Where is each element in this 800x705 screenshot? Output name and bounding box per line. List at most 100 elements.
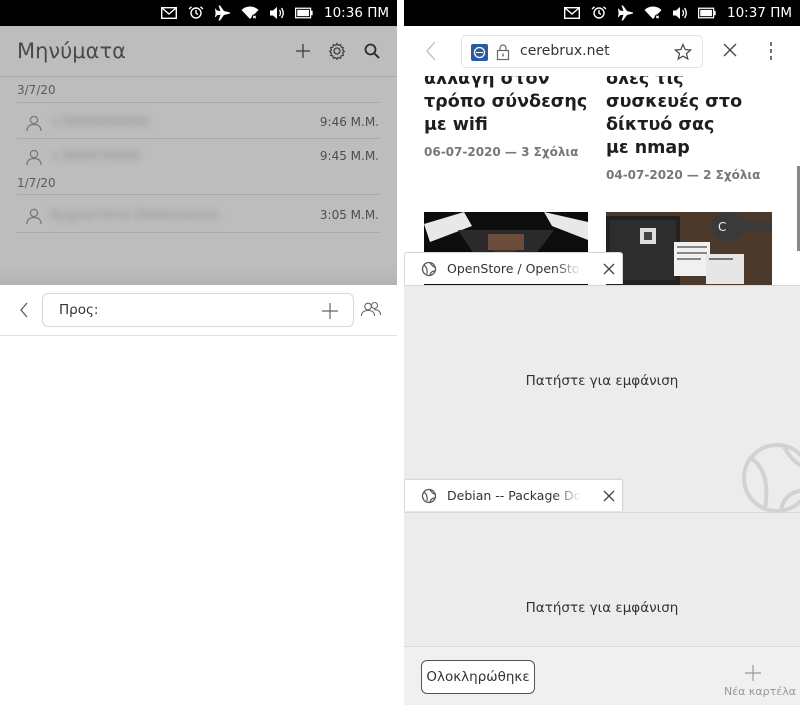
status-bar: 10:37 ΠΜ	[404, 0, 800, 26]
list-shade	[0, 266, 397, 285]
browser-toolbar: cerebrux.net	[404, 26, 800, 76]
new-tab-button[interactable]	[745, 665, 761, 681]
tab-title: OpenStore / OpenStore	[447, 261, 581, 276]
message-time: 9:46 Μ.Μ.	[319, 115, 379, 129]
battery-icon	[698, 6, 716, 20]
contacts-button[interactable]	[360, 300, 382, 320]
menu-button[interactable]	[766, 40, 776, 62]
browser-app: 10:37 ΠΜ cerebrux.net αλλαγή στον τρόπο …	[404, 0, 800, 705]
article-title-line: με nmap	[606, 138, 690, 158]
article-card[interactable]: όλες τις συσκευές στο δίκτυό σας με nmap…	[606, 76, 760, 182]
conversation-row[interactable]: Sygxaritiria Dedomenon 3:05 Μ.Μ.	[0, 201, 397, 231]
plus-icon	[296, 44, 310, 58]
globe-icon	[421, 261, 437, 277]
close-icon	[603, 263, 615, 275]
tab-header[interactable]: OpenStore / OpenStore	[404, 252, 623, 284]
article-title-line: όλες τις	[606, 76, 684, 89]
search-icon	[364, 43, 380, 59]
contacts-group-icon	[360, 301, 382, 317]
recipient-label: Προς:	[59, 302, 99, 318]
settings-button[interactable]	[326, 40, 348, 62]
plus-icon	[322, 303, 338, 319]
search-button[interactable]	[361, 40, 383, 62]
messages-header: Μηνύματα	[0, 26, 397, 76]
divider	[17, 102, 380, 103]
contact-name: +3069000000	[50, 115, 150, 130]
article-title-line: με wifi	[424, 115, 488, 135]
contact-name: +306976000	[50, 149, 141, 164]
chevron-left-icon	[426, 41, 436, 61]
bookmark-button[interactable]	[674, 43, 692, 61]
volume-icon	[268, 6, 286, 20]
contact-name: Sygxaritiria Dedomenon	[50, 208, 219, 223]
status-bar: 10:36 ΠΜ	[0, 0, 397, 26]
status-time: 10:37 ΠΜ	[727, 5, 792, 21]
article-title-line: αλλαγή στον	[424, 76, 550, 89]
message-time: 9:45 Μ.Μ.	[319, 149, 379, 163]
tab-placeholder: Πατήστε για εμφάνιση	[525, 600, 679, 616]
split-divider	[397, 0, 404, 705]
done-button[interactable]: Ολοκληρώθηκε	[421, 660, 535, 694]
messaging-app: 10:36 ΠΜ Μηνύματα 3/7/20 +3069000000 9:4…	[0, 0, 397, 705]
status-time: 10:36 ΠΜ	[324, 5, 389, 21]
recipient-input[interactable]: Προς:	[42, 293, 354, 327]
close-tab-button[interactable]	[603, 490, 615, 502]
header-divider	[0, 76, 397, 77]
divider	[404, 285, 800, 286]
article-meta: 04-07-2020 — 2 Σχόλια	[606, 168, 761, 182]
divider	[17, 138, 380, 139]
back-button[interactable]	[16, 301, 34, 319]
address-bar[interactable]: cerebrux.net	[461, 35, 703, 68]
tab-placeholder: Πατήστε για εμφάνιση	[525, 373, 679, 389]
compose-recipient-bar: Προς:	[0, 285, 397, 336]
contact-avatar-icon	[25, 148, 43, 166]
date-header: 1/7/20	[17, 176, 56, 190]
close-icon	[603, 490, 615, 502]
alarm-icon	[590, 6, 608, 20]
site-favicon	[471, 44, 488, 61]
plus-icon	[745, 665, 761, 681]
close-icon	[723, 43, 737, 57]
close-tab-button[interactable]	[603, 263, 615, 275]
article-title-line: συσκευές στο	[606, 92, 743, 112]
battery-icon	[295, 6, 313, 20]
tabs-bottom-bar: Ολοκληρώθηκε Νέα καρτέλα	[404, 646, 800, 705]
contact-avatar-icon	[25, 114, 43, 132]
gear-icon	[328, 42, 346, 60]
tab-title: Debian -- Package Download	[447, 488, 581, 503]
article-thumbnail[interactable]: C	[606, 212, 772, 286]
globe-watermark-icon	[737, 438, 800, 518]
new-message-button[interactable]	[292, 40, 314, 62]
lock-icon	[496, 43, 510, 61]
airplane-icon	[617, 5, 635, 21]
wifi-icon	[644, 6, 662, 20]
divider	[17, 232, 380, 233]
alarm-icon	[187, 6, 205, 20]
tab-card[interactable]: Debian -- Package Download Πατήστε για ε…	[404, 479, 800, 646]
divider	[17, 194, 380, 195]
article-card[interactable]: αλλαγή στον τρόπο σύνδεσης με wifi 06-07…	[424, 76, 587, 159]
url-text: cerebrux.net	[520, 43, 610, 59]
back-button[interactable]	[424, 41, 438, 61]
new-tab-label[interactable]: Νέα καρτέλα	[724, 685, 796, 698]
conversation-row[interactable]: +3069000000 9:46 Μ.Μ.	[0, 108, 397, 138]
close-button[interactable]	[722, 42, 738, 58]
airplane-icon	[214, 5, 232, 21]
conversation-list: Μηνύματα 3/7/20 +3069000000 9:46 Μ.Μ. +3…	[0, 26, 397, 285]
wifi-icon	[241, 6, 259, 20]
envelope-icon	[563, 6, 581, 20]
conversation-row[interactable]: +306976000 9:45 Μ.Μ.	[0, 142, 397, 172]
globe-icon	[421, 488, 437, 504]
date-header: 3/7/20	[17, 83, 56, 97]
volume-icon	[671, 6, 689, 20]
message-time: 3:05 Μ.Μ.	[319, 208, 379, 222]
more-menu-icon	[770, 42, 772, 60]
article-meta: 06-07-2020 — 3 Σχόλια	[424, 145, 579, 159]
add-recipient-button[interactable]	[321, 302, 339, 320]
article-title-line: δίκτυό σας	[606, 115, 715, 135]
article-title-line: τρόπο σύνδεσης	[424, 92, 588, 112]
tab-header[interactable]: Debian -- Package Download	[404, 479, 623, 511]
page-title: Μηνύματα	[17, 39, 126, 63]
star-icon	[674, 43, 692, 61]
chevron-left-icon	[20, 302, 28, 318]
